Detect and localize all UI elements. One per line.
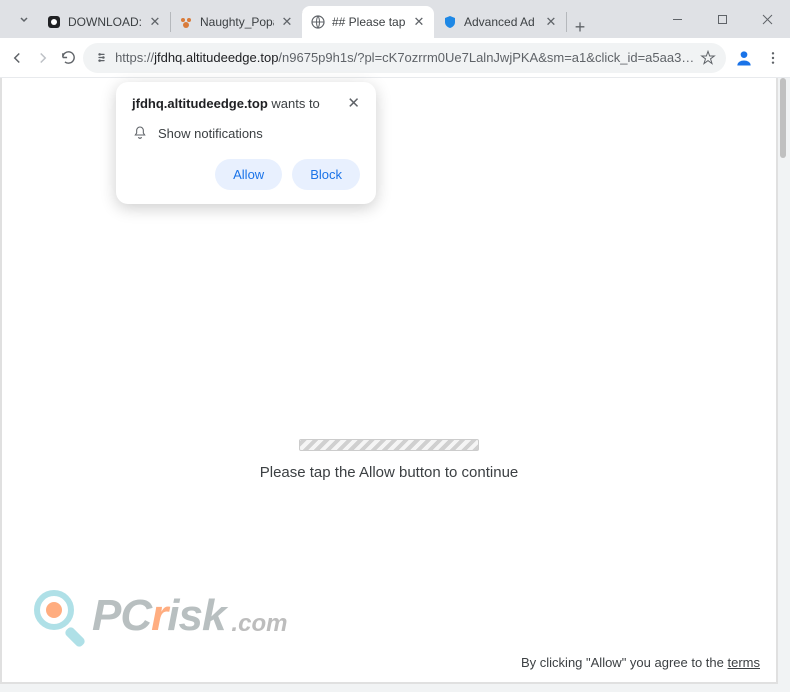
scrollbar[interactable] xyxy=(778,78,788,684)
titlebar: DOWNLOAD: Red ✕ Naughty_Popa's F ✕ ## Pl… xyxy=(0,0,790,38)
back-button[interactable] xyxy=(6,42,28,74)
watermark-text: PCrisk xyxy=(92,591,225,641)
tab-history-button[interactable] xyxy=(10,0,38,38)
permission-title: jfdhq.altitudeedge.top wants to xyxy=(132,96,320,111)
maximize-button[interactable] xyxy=(700,0,745,38)
tab-label: Advanced Ad Blo xyxy=(464,15,538,29)
magnifier-icon xyxy=(32,588,88,644)
paw-icon xyxy=(178,14,194,30)
scrollbar-thumb[interactable] xyxy=(780,78,786,158)
close-window-button[interactable] xyxy=(745,0,790,38)
page-content: Please tap the Allow button to continue xyxy=(2,438,776,481)
tab-please-tap[interactable]: ## Please tap the ✕ xyxy=(302,6,434,38)
tab-label: Naughty_Popa's F xyxy=(200,15,274,29)
profile-button[interactable] xyxy=(734,46,754,70)
toolbar: https://jfdhq.altitudeedge.top/n9675p9h1… xyxy=(0,38,790,78)
menu-button[interactable] xyxy=(762,42,784,74)
tab-label: DOWNLOAD: Red xyxy=(68,15,142,29)
minimize-button[interactable] xyxy=(655,0,700,38)
close-icon[interactable]: ✕ xyxy=(347,96,360,111)
page-message: Please tap the Allow button to continue xyxy=(2,464,776,481)
bookmark-icon[interactable] xyxy=(700,50,716,66)
tab-adblock[interactable]: Advanced Ad Blo ✕ xyxy=(434,6,566,38)
tab-label: ## Please tap the xyxy=(332,15,406,29)
site-settings-icon[interactable] xyxy=(93,50,109,66)
window-controls xyxy=(655,0,790,38)
tab-naughty[interactable]: Naughty_Popa's F ✕ xyxy=(170,6,302,38)
globe-icon xyxy=(310,14,326,30)
tab-download[interactable]: DOWNLOAD: Red ✕ xyxy=(38,6,170,38)
terms-link[interactable]: terms xyxy=(728,655,761,670)
url-text: https://jfdhq.altitudeedge.top/n9675p9h1… xyxy=(115,50,694,65)
footer-text: By clicking "Allow" you agree to the ter… xyxy=(521,655,760,670)
bell-icon xyxy=(132,125,148,141)
watermark-com: .com xyxy=(231,610,287,638)
allow-button[interactable]: Allow xyxy=(215,159,282,190)
new-tab-button[interactable]: + xyxy=(566,17,594,38)
progress-bar xyxy=(299,439,479,451)
block-button[interactable]: Block xyxy=(292,159,360,190)
record-icon xyxy=(46,14,62,30)
close-icon[interactable]: ✕ xyxy=(412,15,426,29)
close-icon[interactable]: ✕ xyxy=(148,15,162,29)
close-icon[interactable]: ✕ xyxy=(544,15,558,29)
shield-icon xyxy=(442,14,458,30)
watermark-logo: PCrisk .com xyxy=(32,588,287,644)
notification-permission-dialog: jfdhq.altitudeedge.top wants to ✕ Show n… xyxy=(116,82,376,204)
close-icon[interactable]: ✕ xyxy=(280,15,294,29)
address-bar[interactable]: https://jfdhq.altitudeedge.top/n9675p9h1… xyxy=(83,43,726,73)
reload-button[interactable] xyxy=(57,42,79,74)
tab-strip: DOWNLOAD: Red ✕ Naughty_Popa's F ✕ ## Pl… xyxy=(38,0,655,38)
permission-body: Show notifications xyxy=(158,126,263,141)
forward-button[interactable] xyxy=(32,42,54,74)
